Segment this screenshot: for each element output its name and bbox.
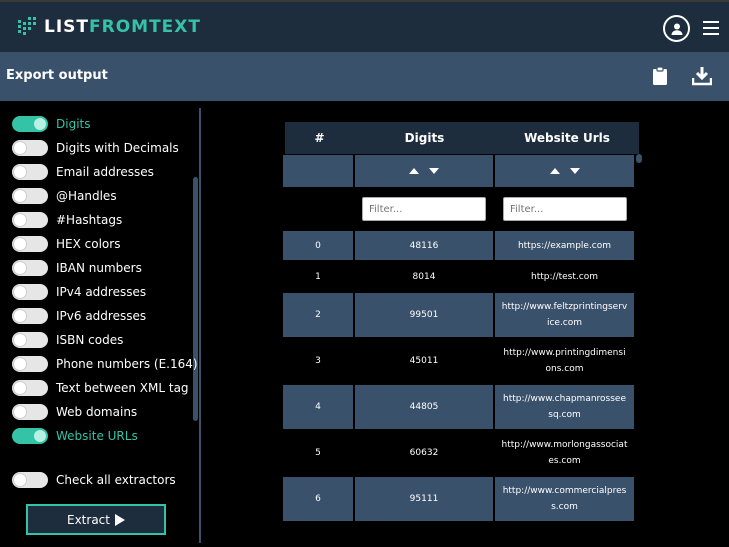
user-account-icon[interactable] <box>663 15 690 42</box>
export-output-title: Export output <box>6 68 108 83</box>
extractor-toggle[interactable]: Text between XML tag <box>12 380 189 396</box>
extractor-label: Web domains <box>56 405 138 419</box>
sort-ascending-icon[interactable] <box>409 168 419 174</box>
cell-digits: 8014 <box>412 271 436 282</box>
cell-url: http://www.printingdimensions.com <box>503 348 626 374</box>
urls-filter-input[interactable] <box>503 197 627 221</box>
column-header-digits[interactable]: Digits <box>354 122 495 154</box>
column-header-index[interactable]: # <box>285 122 354 154</box>
cell-digits: 99501 <box>355 293 493 337</box>
cell-url: http://www.morlongassociates.com <box>501 440 628 466</box>
extractor-toggle[interactable]: Phone numbers (E.164) <box>12 356 198 372</box>
cell-url: http://www.feltzprintingservice.com <box>495 293 634 337</box>
table-scrollbar[interactable] <box>636 154 642 163</box>
extractor-label: Website URLs <box>56 429 138 443</box>
extractor-toggle[interactable]: IPv4 addresses <box>12 284 146 300</box>
cell-url: http://www.commercialpress.com <box>495 477 634 521</box>
sidebar-divider <box>199 108 201 543</box>
cell-index: 2 <box>283 293 353 337</box>
extractor-label: @Handles <box>56 189 117 203</box>
hamburger-menu-icon[interactable] <box>703 21 719 35</box>
logo[interactable]: LISTFROMTEXT <box>18 16 201 38</box>
cell-digits: 44805 <box>355 385 493 429</box>
toggle-switch[interactable] <box>12 164 48 180</box>
toggle-switch[interactable] <box>12 404 48 420</box>
extractor-toggle[interactable]: Digits with Decimals <box>12 140 179 156</box>
sort-descending-icon[interactable] <box>569 168 580 174</box>
toggle-switch[interactable] <box>12 428 48 444</box>
extractor-toggle[interactable]: Email addresses <box>12 164 154 180</box>
cell-digits: 60632 <box>409 448 439 458</box>
extractor-label: ISBN codes <box>56 333 124 347</box>
extract-button-label: Extract <box>67 512 110 527</box>
extractor-label: IPv6 addresses <box>56 309 147 323</box>
cell-index: 6 <box>283 477 353 521</box>
extractor-label: Digits <box>56 117 91 131</box>
extractor-toggle[interactable]: Web domains <box>12 404 137 420</box>
extractor-toggle[interactable]: Digits <box>12 116 90 132</box>
extractor-toggle[interactable]: HEX colors <box>12 236 120 252</box>
toggle-switch[interactable] <box>12 308 48 324</box>
export-output-bar: Export output <box>0 52 729 101</box>
toggle-switch[interactable] <box>12 116 48 132</box>
digits-filter-input[interactable] <box>362 197 486 221</box>
extractor-toggle[interactable]: @Handles <box>12 188 117 204</box>
extractor-label: Email addresses <box>56 165 154 179</box>
sort-cell-index <box>283 155 353 187</box>
extractor-toggle[interactable]: ISBN codes <box>12 332 123 348</box>
toggle-switch[interactable] <box>12 260 48 276</box>
toggle-switch[interactable] <box>12 140 48 156</box>
extractor-label: IBAN numbers <box>56 261 142 275</box>
cell-index: 4 <box>283 385 353 429</box>
extractor-label: Phone numbers (E.164) <box>56 357 198 371</box>
extract-button[interactable]: Extract <box>26 504 166 535</box>
toggle-switch[interactable] <box>12 332 48 348</box>
top-bar: LISTFROMTEXT <box>0 0 729 52</box>
toggle-switch[interactable] <box>12 380 48 396</box>
toggle-switch[interactable] <box>12 188 48 204</box>
cell-index: 0 <box>283 231 353 260</box>
cell-index: 5 <box>315 448 321 458</box>
extractor-toggle[interactable]: IBAN numbers <box>12 260 142 276</box>
toggle-switch[interactable] <box>12 356 48 372</box>
extractor-label: IPv4 addresses <box>56 285 147 299</box>
copy-to-clipboard-icon[interactable] <box>652 66 668 86</box>
sort-ascending-icon[interactable] <box>549 168 560 174</box>
cell-url: http://test.com <box>531 271 598 282</box>
cell-digits: 45011 <box>409 356 439 366</box>
extractor-label: Text between XML tag <box>56 381 189 395</box>
extractor-toggle[interactable]: IPv6 addresses <box>12 308 146 324</box>
toggle-switch[interactable] <box>12 236 48 252</box>
check-all-extractors-toggle[interactable]: Check all extractors <box>12 472 176 488</box>
logo-icon <box>18 17 38 37</box>
sort-descending-icon[interactable] <box>429 168 439 174</box>
extractor-label: #Hashtags <box>56 213 123 227</box>
cell-digits: 95111 <box>355 477 493 521</box>
sidebar-scrollbar[interactable] <box>193 177 198 421</box>
sort-cell-digits <box>355 155 493 187</box>
extractor-label: Digits with Decimals <box>56 141 179 155</box>
toggle-switch[interactable] <box>12 284 48 300</box>
download-icon[interactable] <box>691 66 713 86</box>
cell-digits: 48116 <box>355 231 493 260</box>
extractor-toggle[interactable]: Website URLs <box>12 428 138 444</box>
extractor-toggle[interactable]: #Hashtags <box>12 212 122 228</box>
cell-url: https://example.com <box>495 231 634 260</box>
toggle-switch[interactable] <box>12 212 48 228</box>
toggle-switch[interactable] <box>12 472 48 488</box>
extractor-label: HEX colors <box>56 237 121 251</box>
column-header-website-urls[interactable]: Website Urls <box>495 122 639 154</box>
cell-index: 1 <box>315 271 321 282</box>
logo-text: LISTFROMTEXT <box>44 17 201 37</box>
sort-cell-website-urls <box>495 155 634 187</box>
play-icon <box>114 513 125 526</box>
cell-url: http://www.chapmanrosseesq.com <box>495 385 634 429</box>
check-all-label: Check all extractors <box>56 473 176 487</box>
cell-index: 3 <box>315 356 321 366</box>
